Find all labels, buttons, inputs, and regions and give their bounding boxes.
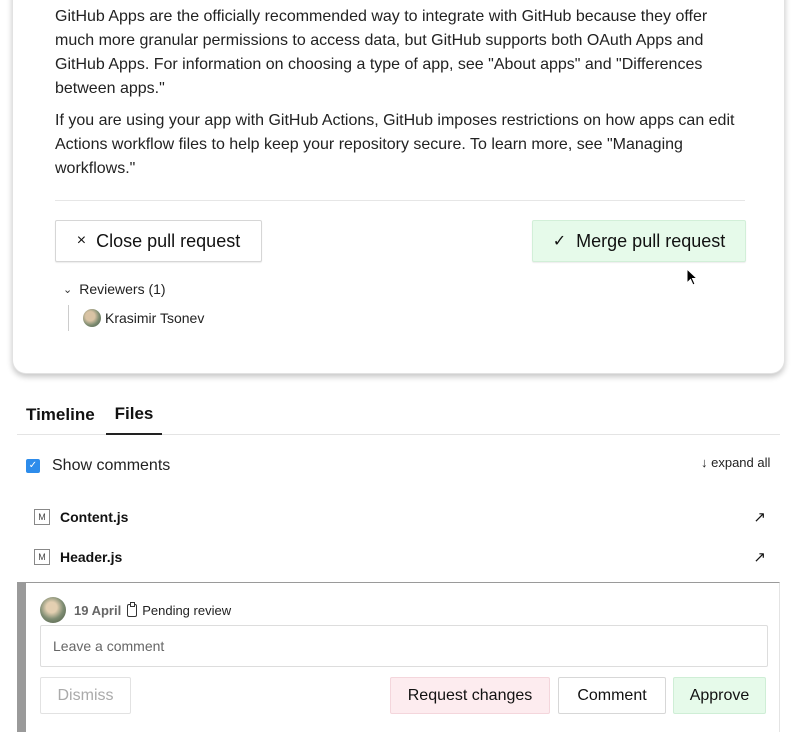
show-comments-toggle[interactable]: ✓ Show comments: [26, 457, 170, 475]
checkmark-icon: ✓: [552, 233, 567, 250]
dismiss-button[interactable]: Dismiss: [40, 677, 131, 714]
tab-files[interactable]: Files: [106, 394, 162, 435]
request-changes-button[interactable]: Request changes: [390, 677, 550, 714]
expand-all-link[interactable]: ↓ expand all: [701, 455, 770, 470]
approve-button[interactable]: Approve: [673, 677, 766, 714]
comment-button[interactable]: Comment: [558, 677, 666, 714]
merge-pull-request-button[interactable]: ✓ Merge pull request: [532, 220, 746, 262]
close-pull-request-label: Close pull request: [96, 230, 241, 251]
avatar: [40, 597, 66, 623]
show-comments-label: Show comments: [52, 457, 171, 474]
file-name: Header.js: [60, 549, 123, 565]
open-external-icon[interactable]: ↗: [753, 548, 766, 566]
tab-timeline[interactable]: Timeline: [26, 394, 95, 435]
review-panel: 19 April Pending review Leave a comment …: [17, 582, 780, 732]
mouse-cursor-icon: [686, 268, 699, 286]
comment-input[interactable]: Leave a comment: [40, 625, 768, 667]
chevron-down-icon: ⌄: [63, 283, 73, 296]
file-item[interactable]: M Content.js ↗: [34, 505, 774, 529]
review-status: Pending review: [142, 602, 232, 618]
description-paragraph-1: GitHub Apps are the officially recommend…: [55, 8, 708, 97]
pull-request-card: GitHub Apps are the officially recommend…: [12, 0, 785, 374]
reviewer-item: Krasimir Tsonev: [68, 305, 204, 331]
close-icon: ×: [76, 232, 87, 249]
close-pull-request-button[interactable]: × Close pull request: [55, 220, 262, 262]
checkbox-checked-icon[interactable]: ✓: [26, 459, 40, 473]
review-header: 19 April Pending review: [40, 597, 231, 623]
reviewers-toggle[interactable]: ⌄ Reviewers (1): [63, 281, 166, 297]
file-item[interactable]: M Header.js ↗: [34, 545, 774, 569]
tab-bar: Timeline Files: [17, 394, 780, 435]
divider: [55, 200, 745, 201]
file-modified-icon: M: [34, 549, 50, 565]
merge-pull-request-label: Merge pull request: [576, 230, 726, 251]
reviewer-name: Krasimir Tsonev: [105, 310, 205, 326]
file-modified-icon: M: [34, 509, 50, 525]
avatar: [83, 309, 101, 327]
clipboard-icon: [127, 601, 138, 617]
description-paragraph-2: If you are using your app with GitHub Ac…: [55, 112, 735, 177]
open-external-icon[interactable]: ↗: [753, 508, 766, 526]
file-name: Content.js: [60, 509, 129, 525]
review-date: 19 April: [74, 602, 122, 618]
reviewers-label: Reviewers (1): [79, 281, 166, 297]
